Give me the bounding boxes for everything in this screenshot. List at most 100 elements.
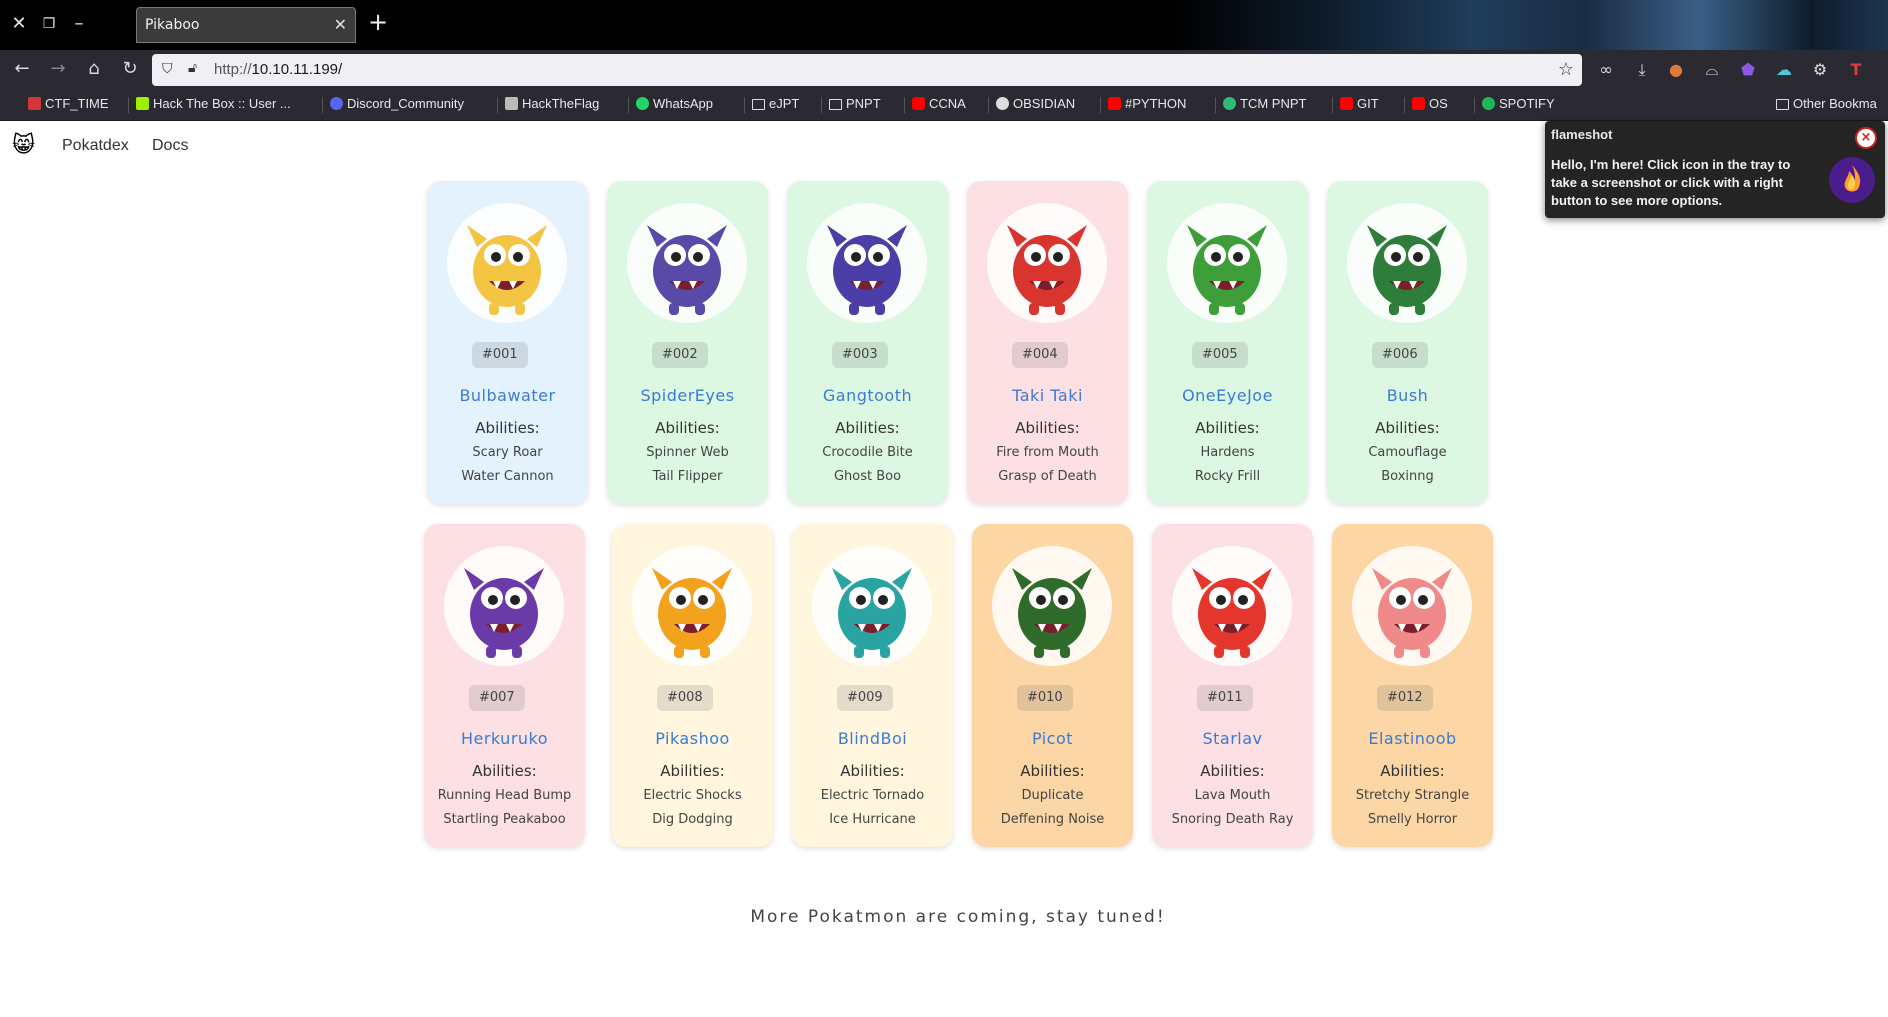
monster-name[interactable]: Herkuruko [424, 729, 585, 748]
bookmark-ctf-time[interactable]: CTF_TIME [28, 96, 109, 111]
monster-icon [652, 568, 732, 658]
monster-name[interactable]: BlindBoi [792, 729, 953, 748]
bookmark-ejpt[interactable]: eJPT [752, 96, 799, 111]
downloads-icon[interactable]: ⤓ [1632, 60, 1652, 80]
monster-card[interactable]: #004 Taki Taki Abilities: Fire from Mouth Gr… [967, 181, 1128, 504]
abilities-label: Abilities: [835, 419, 900, 437]
nav-pokatdex[interactable]: Pokatdex [62, 137, 129, 155]
monster-card[interactable]: #003 Gangtooth Abilities: Crocodile Bite Gho… [787, 181, 948, 504]
bookmark-star-icon[interactable]: ☆ [1558, 59, 1574, 80]
bookmark-hacktheflag[interactable]: HackTheFlag [505, 96, 599, 111]
monster-name[interactable]: Gangtooth [787, 386, 948, 405]
monster-number: #002 [652, 342, 708, 368]
bookmark-whatsapp[interactable]: WhatsApp [636, 96, 713, 111]
monster-icon [1007, 225, 1087, 315]
monster-card[interactable]: #012 Elastinoob Abilities: Stretchy Strangl… [1332, 524, 1493, 847]
monster-name[interactable]: Picot [972, 729, 1133, 748]
monster-number: #012 [1377, 685, 1433, 711]
monster-name[interactable]: Bush [1327, 386, 1488, 405]
monster-name[interactable]: Bulbawater [427, 386, 588, 405]
gear-extension-icon[interactable]: ⚙ [1810, 60, 1830, 80]
bookmark-git[interactable]: GIT [1340, 96, 1379, 111]
bookmark-ccna[interactable]: CCNA [912, 96, 966, 111]
monster-card[interactable]: #008 Pikashoo Abilities: Electric Shocks Dig… [612, 524, 773, 847]
flameshot-notification: flameshot × Hello, I'm here! Click icon … [1545, 121, 1885, 218]
monster-name[interactable]: Pikashoo [612, 729, 773, 748]
hat-extension-icon[interactable]: ⌓ [1702, 60, 1722, 80]
tab-close-icon[interactable]: ✕ [334, 15, 347, 34]
bookmark-spotify[interactable]: SPOTIFY [1482, 96, 1555, 111]
bookmark-discord-community[interactable]: Discord_Community [330, 96, 464, 111]
bookmark-label: #PYTHON [1125, 96, 1187, 111]
home-icon[interactable]: ⌂ [82, 58, 106, 79]
abilities-label: Abilities: [660, 762, 725, 780]
window-restore-icon[interactable]: ❐ [38, 13, 60, 35]
mask-extension-icon[interactable]: ∞ [1596, 60, 1616, 80]
monster-card[interactable]: #005 OneEyeJoe Abilities: Hardens Rocky Fril… [1147, 181, 1308, 504]
back-icon[interactable]: ← [10, 58, 34, 79]
monster-card[interactable]: #007 Herkuruko Abilities: Running Head Bump… [424, 524, 585, 847]
tcm-icon [1223, 97, 1236, 110]
monster-card[interactable]: #002 SpiderEyes Abilities: Spinner Web Tail … [607, 181, 768, 504]
insecure-lock-icon[interactable]: 🔓︎ [188, 60, 197, 76]
reload-icon[interactable]: ↻ [118, 58, 142, 79]
abilities-label: Abilities: [472, 762, 537, 780]
bookmark-label: OS [1429, 96, 1448, 111]
monster-number: #003 [832, 342, 888, 368]
abilities-label: Abilities: [840, 762, 905, 780]
whatsapp-icon [636, 97, 649, 110]
monster-number: #010 [1017, 685, 1073, 711]
bookmark-hack-the-box-user[interactable]: Hack The Box :: User ... [136, 96, 291, 111]
browser-tab[interactable]: Pikaboo ✕ [136, 7, 356, 43]
monster-card[interactable]: #006 Bush Abilities: Camouflage Boxinng [1327, 181, 1488, 504]
window-minimize-icon[interactable]: – [68, 13, 90, 35]
tiger-logo-icon[interactable]: 😸 [12, 133, 35, 158]
bookmark-separator [497, 97, 498, 113]
abilities-label: Abilities: [655, 419, 720, 437]
monster-icon [467, 225, 547, 315]
monster-name[interactable]: SpiderEyes [607, 386, 768, 405]
bookmark-tcm-pnpt[interactable]: TCM PNPT [1223, 96, 1306, 111]
forward-icon[interactable]: → [46, 58, 70, 79]
ability-2: Smelly Horror [1367, 812, 1458, 827]
address-bar[interactable]: ⛉ 🔓︎ http://10.10.11.199/ ☆ [152, 54, 1582, 86]
monster-card[interactable]: #010 Picot Abilities: Duplicate Deffening No… [972, 524, 1133, 847]
bookmark-obsidian[interactable]: OBSIDIAN [996, 96, 1075, 111]
abilities-label: Abilities: [1200, 762, 1265, 780]
monster-avatar [627, 203, 747, 323]
monster-card[interactable]: #011 Starlav Abilities: Lava Mouth Snoring D… [1152, 524, 1313, 847]
ability-2: Ghost Boo [833, 469, 902, 484]
monster-name[interactable]: Taki Taki [967, 386, 1128, 405]
ability-1: Camouflage [1368, 445, 1447, 460]
other-bookmarks[interactable]: Other Bookma [1776, 96, 1877, 111]
monster-name[interactable]: Elastinoob [1332, 729, 1493, 748]
monster-avatar [987, 203, 1107, 323]
notification-close-icon[interactable]: × [1855, 127, 1877, 149]
bookmark-python[interactable]: #PYTHON [1108, 96, 1186, 111]
ability-2: Boxinng [1381, 469, 1434, 484]
monster-icon [1187, 225, 1267, 315]
monster-number: #005 [1192, 342, 1248, 368]
spotify-icon [1482, 97, 1495, 110]
monster-name[interactable]: Starlav [1152, 729, 1313, 748]
nav-docs[interactable]: Docs [152, 137, 188, 155]
monster-card[interactable]: #001 Bulbawater Abilities: Scary Roar Water … [427, 181, 588, 504]
monster-name[interactable]: OneEyeJoe [1147, 386, 1308, 405]
new-tab-icon[interactable]: + [368, 10, 388, 34]
ctf-icon [28, 97, 41, 110]
t-extension-icon[interactable]: T [1846, 60, 1866, 80]
monster-number: #006 [1372, 342, 1428, 368]
ability-1: Running Head Bump [437, 788, 572, 803]
window-close-icon[interactable]: ✕ [8, 13, 30, 35]
bookmark-pnpt[interactable]: PNPT [829, 96, 881, 111]
ability-1: Hardens [1200, 445, 1255, 460]
ball-extension-icon[interactable]: ● [1666, 60, 1686, 80]
cloud-extension-icon[interactable]: ☁ [1774, 60, 1794, 80]
shield-extension-icon[interactable]: ⬟ [1738, 60, 1758, 80]
footer-message: More Pokatmon are coming, stay tuned! [750, 907, 1166, 927]
bookmark-os[interactable]: OS [1412, 96, 1448, 111]
monster-card[interactable]: #009 BlindBoi Abilities: Electric Tornado Ic… [792, 524, 953, 847]
github-icon [996, 97, 1009, 110]
tracking-shield-icon[interactable]: ⛉ [162, 61, 178, 77]
monster-icon [1372, 568, 1452, 658]
